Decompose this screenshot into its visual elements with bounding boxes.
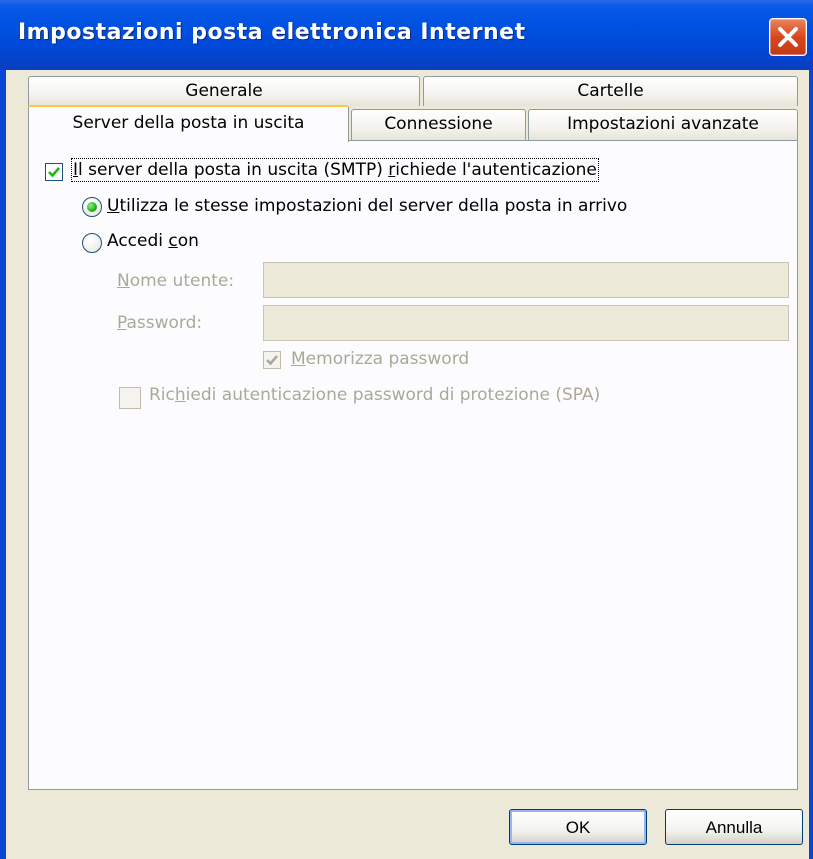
smtp-auth-checkbox[interactable] — [45, 163, 63, 181]
password-label: Password: — [117, 313, 203, 333]
radio-same-settings[interactable] — [82, 197, 102, 217]
window-title: Impostazioni posta elettronica Internet — [18, 20, 526, 45]
radio-same-settings-label[interactable]: Utilizza le stesse impostazioni del serv… — [107, 196, 627, 216]
tab-server-posta-uscita[interactable]: Server della posta in uscita — [28, 105, 349, 142]
tab-impostazioni-avanzate[interactable]: Impostazioni avanzate — [528, 109, 798, 140]
username-label: Nome utente: — [117, 271, 235, 291]
dialog-window: Impostazioni posta elettronica Internet … — [0, 0, 813, 859]
checkmark-icon — [48, 167, 60, 178]
title-bar[interactable]: Impostazioni posta elettronica Internet — [0, 0, 813, 70]
remember-password-label: Memorizza password — [291, 349, 470, 369]
radio-selected-dot — [87, 202, 97, 212]
radio-login-with[interactable] — [82, 233, 102, 253]
tab-cartelle[interactable]: Cartelle — [423, 76, 798, 106]
spa-checkbox[interactable] — [119, 387, 141, 409]
cancel-button[interactable]: Annulla — [665, 809, 803, 845]
radio-login-with-label[interactable]: Accedi con — [107, 231, 199, 251]
close-icon[interactable] — [769, 18, 807, 56]
password-field[interactable] — [263, 305, 789, 341]
ok-button[interactable]: OK — [509, 809, 647, 845]
window-border-left — [0, 70, 6, 859]
username-field[interactable] — [263, 262, 789, 298]
window-border-right — [809, 70, 813, 859]
spa-label: Richiedi autenticazione password di prot… — [149, 385, 601, 405]
tab-connessione[interactable]: Connessione — [351, 109, 526, 140]
tab-generale[interactable]: Generale — [28, 76, 420, 106]
checkmark-icon — [266, 355, 278, 366]
tab-panel: Il server della posta in uscita (SMTP) r… — [28, 140, 798, 790]
remember-password-checkbox[interactable] — [263, 351, 281, 369]
smtp-auth-label[interactable]: Il server della posta in uscita (SMTP) r… — [71, 158, 599, 182]
